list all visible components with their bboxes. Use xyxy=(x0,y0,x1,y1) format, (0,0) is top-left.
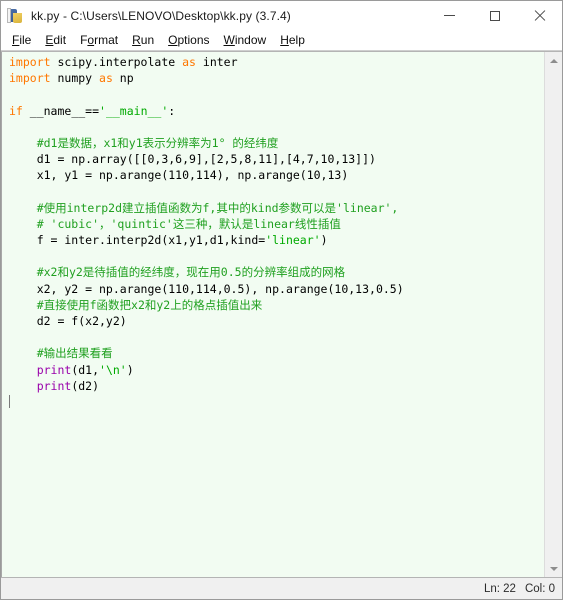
minimize-button[interactable] xyxy=(427,1,472,30)
code-line: d2 = f(x2,y2) xyxy=(9,314,127,328)
code-line: d1 = np.array([[0,3,6,9],[2,5,8,11],[4,7… xyxy=(9,152,376,167)
editor-area: import scipy.interpolate as inter import … xyxy=(1,51,562,577)
vertical-scrollbar[interactable] xyxy=(544,52,562,577)
text-caret xyxy=(9,394,10,408)
menu-item-edit[interactable]: Edit xyxy=(38,32,73,49)
menu-item-options[interactable]: Options xyxy=(161,32,216,49)
status-column-indicator: Col: 0 xyxy=(524,582,555,595)
menu-item-run[interactable]: Run xyxy=(125,32,161,49)
code-line: #x2和y2是待插值的经纬度，现在用0.5的分辨率组成的网格 xyxy=(9,265,346,280)
code-line: x1, y1 = np.arange(110,114), np.arange(1… xyxy=(9,168,349,183)
menu-item-format[interactable]: Format xyxy=(73,32,125,49)
status-line-indicator: Ln: 22 xyxy=(483,582,516,595)
code-line: #直接使用f函数把x2和y2上的格点插值出来 xyxy=(9,297,263,312)
python-idle-icon xyxy=(7,7,24,24)
idle-editor-window: kk.py - C:\Users\LENOVO\Desktop\kk.py (3… xyxy=(0,0,563,600)
menu-bar: File Edit Format Run Options Window Help xyxy=(1,31,562,51)
code-line: #使用interp2d建立插值函数为f,其中的kind参数可以是'linear'… xyxy=(9,200,399,215)
close-button[interactable] xyxy=(517,1,562,30)
scroll-down-button[interactable] xyxy=(545,560,562,577)
title-bar[interactable]: kk.py - C:\Users\LENOVO\Desktop\kk.py (3… xyxy=(1,1,562,31)
menu-item-window[interactable]: Window xyxy=(217,32,274,49)
code-line: #输出结果看看 xyxy=(9,346,113,361)
code-content: import scipy.interpolate as inter import … xyxy=(2,54,544,410)
code-line: # 'cubic'，'quintic'这三种，默认是linear线性插值 xyxy=(9,216,341,231)
window-title: kk.py - C:\Users\LENOVO\Desktop\kk.py (3… xyxy=(31,8,291,23)
code-line: import scipy.interpolate as inter xyxy=(9,55,238,69)
code-line: if __name__=='__main__': xyxy=(9,103,176,118)
code-line: #d1是数据，x1和y1表示分辨率为1° 的经纬度 xyxy=(9,135,279,150)
maximize-icon xyxy=(489,10,500,21)
menu-item-file[interactable]: File xyxy=(5,32,38,49)
code-line: x2, y2 = np.arange(110,114,0.5), np.aran… xyxy=(9,281,404,296)
menu-item-help[interactable]: Help xyxy=(273,32,312,49)
code-line xyxy=(9,394,544,410)
minimize-icon xyxy=(444,15,455,16)
scroll-up-button[interactable] xyxy=(545,52,562,69)
status-bar: Ln: 22 Col: 0 xyxy=(1,577,562,599)
chevron-down-icon xyxy=(549,566,558,571)
close-icon xyxy=(534,10,546,22)
chevron-up-icon xyxy=(549,58,558,63)
maximize-button[interactable] xyxy=(472,1,517,30)
code-line: import numpy as np xyxy=(9,71,134,86)
code-line: print(d1,'\n') xyxy=(36,362,134,377)
code-line: print(d2) xyxy=(36,378,100,393)
window-controls xyxy=(427,1,562,30)
code-editor[interactable]: import scipy.interpolate as inter import … xyxy=(1,52,544,577)
code-line: f = inter.interp2d(x1,y1,d1,kind='linear… xyxy=(9,233,328,248)
